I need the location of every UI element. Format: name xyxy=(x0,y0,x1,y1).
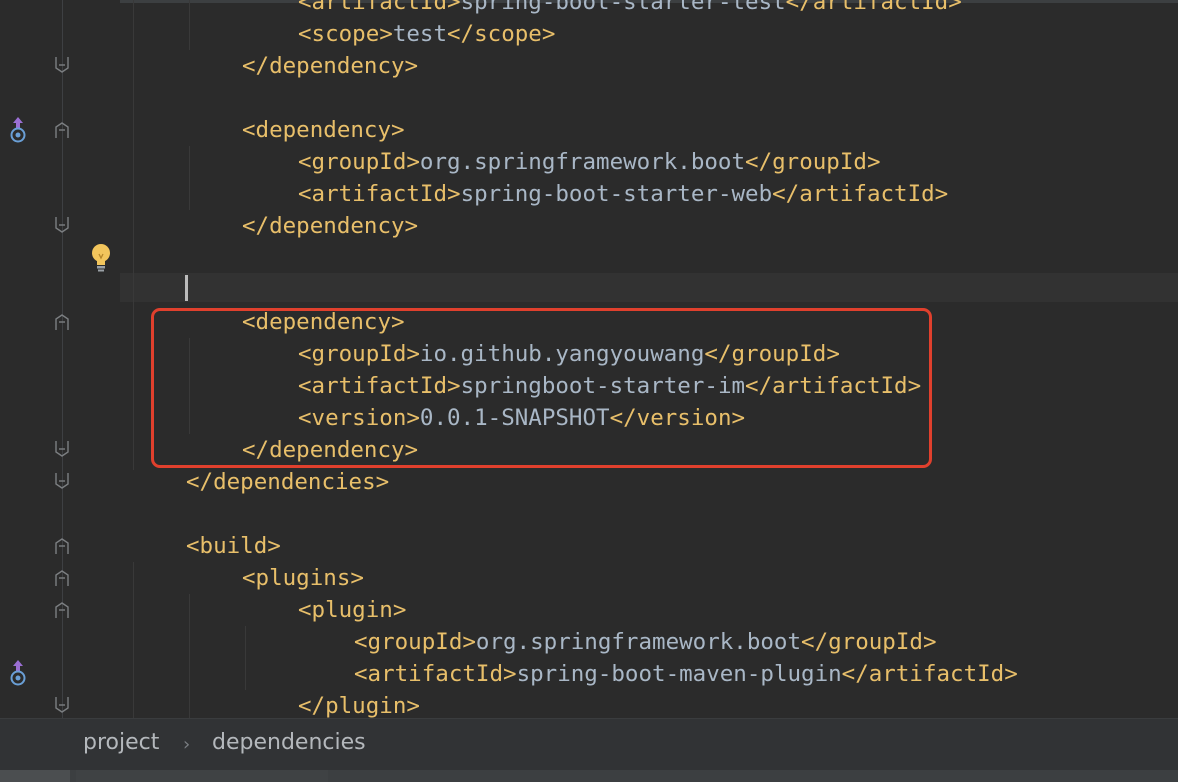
xml-tag: <scope> xyxy=(298,21,393,47)
xml-tag: <artifactId> xyxy=(354,661,517,687)
strip-segment[interactable] xyxy=(334,770,1178,782)
implemented-override-icon[interactable] xyxy=(8,659,28,687)
xml-tag: </groupId> xyxy=(745,149,881,175)
xml-tag: </plugin> xyxy=(298,693,420,718)
code-line[interactable]: </dependency> xyxy=(242,50,418,82)
fold-marker-icon[interactable] xyxy=(55,697,69,713)
implemented-override-icon[interactable] xyxy=(8,116,28,144)
code-line[interactable]: <artifactId>spring-boot-maven-plugin</ar… xyxy=(354,658,1018,690)
code-editor[interactable]: <artifactId>spring-boot-starter-test</ar… xyxy=(0,0,1178,718)
fold-marker-icon[interactable] xyxy=(55,57,69,73)
indent-guide xyxy=(133,0,134,470)
tool-window-strip xyxy=(0,770,1178,782)
xml-tag: <dependency> xyxy=(242,117,405,143)
xml-tag: <build> xyxy=(186,533,281,559)
xml-text: spring-boot-maven-plugin xyxy=(516,661,842,687)
breadcrumb-item-dependencies[interactable]: dependencies xyxy=(212,730,366,755)
xml-tag: <plugin> xyxy=(298,597,407,623)
fold-marker-icon[interactable] xyxy=(55,538,69,554)
xml-text: spring-boot-starter-web xyxy=(460,181,773,207)
xml-tag: </artifactId> xyxy=(772,181,949,207)
code-line[interactable]: <plugin> xyxy=(298,594,406,626)
fold-marker-icon[interactable] xyxy=(55,570,69,586)
code-line[interactable]: <groupId>org.springframework.boot</group… xyxy=(354,626,937,658)
text-caret xyxy=(185,275,188,301)
fold-marker-icon[interactable] xyxy=(55,314,69,330)
chevron-right-icon: › xyxy=(183,734,191,755)
code-line[interactable]: <groupId>org.springframework.boot</group… xyxy=(298,146,881,178)
indent-guide xyxy=(189,0,190,50)
code-line[interactable]: <artifactId>spring-boot-starter-web</art… xyxy=(298,178,948,210)
fold-marker-icon[interactable] xyxy=(55,217,69,233)
indent-guide xyxy=(189,146,190,210)
xml-tag: </dependency> xyxy=(242,53,419,79)
xml-tag: <groupId> xyxy=(354,629,476,655)
breadcrumb-item-project[interactable]: project xyxy=(83,730,159,755)
xml-tag: <plugins> xyxy=(242,565,364,591)
code-line[interactable]: <scope>test</scope> xyxy=(298,18,555,50)
indent-guide xyxy=(245,626,246,690)
code-line[interactable]: </plugin> xyxy=(298,690,420,718)
fold-marker-icon[interactable] xyxy=(55,473,69,489)
code-line[interactable]: <dependency> xyxy=(242,114,405,146)
fold-marker-icon[interactable] xyxy=(55,441,69,457)
indent-guide xyxy=(189,594,190,718)
xml-tag: </dependency> xyxy=(242,213,419,239)
current-line-highlight xyxy=(63,273,1178,302)
strip-segment[interactable] xyxy=(0,770,70,782)
xml-tag: </artifactId> xyxy=(785,0,962,15)
breadcrumb: project › dependencies xyxy=(0,718,1178,770)
strip-segment[interactable] xyxy=(76,770,328,782)
code-line[interactable]: </dependency> xyxy=(242,210,418,242)
xml-tag: </dependencies> xyxy=(186,469,390,495)
xml-text: test xyxy=(392,21,448,47)
xml-text: spring-boot-starter-test xyxy=(460,0,786,15)
lightbulb-icon[interactable] xyxy=(89,241,113,273)
xml-tag: </groupId> xyxy=(801,629,937,655)
code-line[interactable]: <plugins> xyxy=(242,562,364,594)
xml-text: org.springframework.boot xyxy=(419,149,746,175)
code-line[interactable]: <build> xyxy=(186,530,281,562)
code-line[interactable]: </dependencies> xyxy=(186,466,389,498)
xml-tag: </artifactId> xyxy=(841,661,1018,687)
xml-tag: <artifactId> xyxy=(298,0,461,15)
annotation-highlight-box xyxy=(151,308,932,468)
fold-marker-icon[interactable] xyxy=(55,122,69,138)
xml-text: org.springframework.boot xyxy=(475,629,802,655)
xml-tag: </scope> xyxy=(447,21,556,47)
xml-tag: <groupId> xyxy=(298,149,420,175)
xml-tag: <artifactId> xyxy=(298,181,461,207)
indent-guide xyxy=(133,562,134,718)
code-line[interactable]: <artifactId>spring-boot-starter-test</ar… xyxy=(298,0,962,18)
fold-marker-icon[interactable] xyxy=(55,602,69,618)
